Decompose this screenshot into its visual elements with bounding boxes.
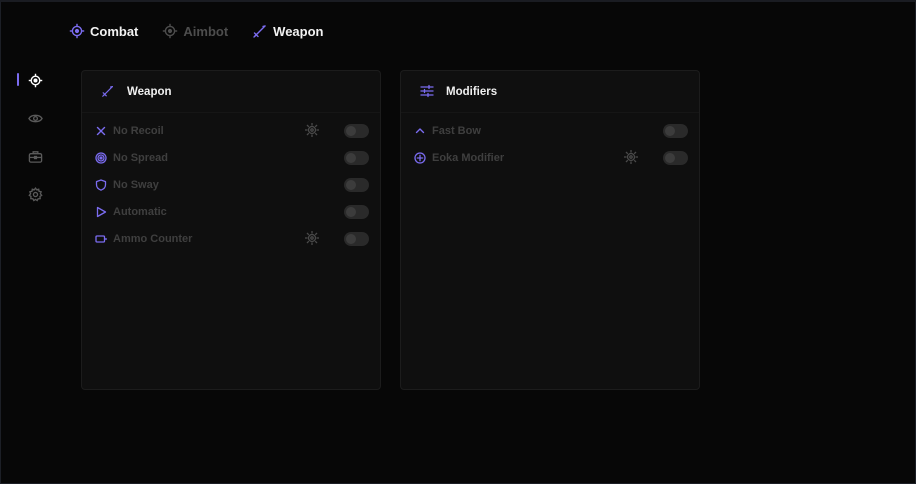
toggle-switch[interactable] bbox=[344, 178, 369, 192]
option-no-spread: No Spread bbox=[82, 144, 380, 171]
toggle-switch[interactable] bbox=[663, 124, 688, 138]
settings-gear-icon[interactable] bbox=[623, 149, 639, 165]
gear-icon bbox=[27, 186, 43, 202]
breadcrumb: Combat Aimbot Weapon bbox=[69, 22, 348, 40]
sidebar-item-misc[interactable] bbox=[17, 146, 47, 166]
panel-header: Modifiers bbox=[401, 71, 699, 113]
toggle-switch[interactable] bbox=[344, 205, 369, 219]
toggle-switch[interactable] bbox=[344, 124, 369, 138]
play-icon bbox=[95, 206, 107, 218]
toolbox-icon bbox=[28, 149, 43, 164]
sidebar-item-visuals[interactable] bbox=[17, 108, 47, 128]
option-label: Ammo Counter bbox=[113, 232, 193, 245]
close-icon bbox=[95, 125, 107, 137]
option-list: Fast Bow Eoka Modifier bbox=[401, 113, 699, 171]
option-automatic: Automatic bbox=[82, 198, 380, 225]
toggle-knob bbox=[346, 153, 356, 163]
toggle-knob bbox=[665, 153, 675, 163]
tab-label: Weapon bbox=[273, 23, 324, 39]
option-label: No Spread bbox=[113, 151, 169, 164]
sliders-icon bbox=[420, 84, 436, 100]
option-label: Fast Bow bbox=[432, 124, 481, 137]
option-fast-bow: Fast Bow bbox=[401, 117, 699, 144]
plus-circle-icon bbox=[414, 151, 426, 164]
settings-gear-icon[interactable] bbox=[304, 230, 320, 246]
tab-label: Aimbot bbox=[183, 23, 229, 39]
eye-icon bbox=[27, 111, 43, 126]
active-indicator bbox=[17, 73, 19, 86]
crosshair-icon bbox=[162, 23, 178, 39]
option-label: Eoka Modifier bbox=[432, 151, 505, 164]
toggle-knob bbox=[346, 207, 356, 217]
option-label: Automatic bbox=[113, 205, 167, 218]
chevron-up-icon bbox=[414, 125, 426, 137]
sidebar-item-settings[interactable] bbox=[17, 184, 47, 204]
settings-gear-icon[interactable] bbox=[304, 122, 320, 138]
toggle-switch[interactable] bbox=[663, 151, 688, 165]
crosshair-icon bbox=[28, 73, 43, 88]
toggle-switch[interactable] bbox=[344, 151, 369, 165]
sidebar bbox=[17, 70, 47, 222]
sword-icon bbox=[101, 84, 117, 100]
toggle-knob bbox=[346, 126, 356, 136]
option-no-sway: No Sway bbox=[82, 171, 380, 198]
app-window: Combat Aimbot Weapon Weapon No Recoil No… bbox=[0, 0, 916, 484]
sidebar-item-combat[interactable] bbox=[17, 70, 47, 90]
tab-label: Combat bbox=[90, 23, 139, 39]
target-icon bbox=[95, 151, 107, 164]
toggle-switch[interactable] bbox=[344, 232, 369, 246]
toggle-knob bbox=[346, 234, 356, 244]
toggle-knob bbox=[346, 180, 356, 190]
option-label: No Sway bbox=[113, 178, 159, 191]
panel-title: Modifiers bbox=[446, 85, 498, 98]
sword-icon bbox=[252, 23, 268, 39]
panel-title: Weapon bbox=[127, 85, 172, 98]
toggle-knob bbox=[665, 126, 675, 136]
tab-aimbot[interactable]: Aimbot bbox=[162, 23, 228, 39]
panel-header: Weapon bbox=[82, 71, 380, 113]
crosshair-icon bbox=[69, 23, 85, 39]
tab-combat[interactable]: Combat bbox=[69, 23, 138, 39]
option-ammo-counter: Ammo Counter bbox=[82, 225, 380, 252]
battery-icon bbox=[95, 233, 107, 245]
option-label: No Recoil bbox=[113, 124, 164, 137]
weapon-panel: Weapon No Recoil No Spread No Sway Autom… bbox=[81, 70, 381, 390]
option-list: No Recoil No Spread No Sway Automatic Am… bbox=[82, 113, 380, 252]
shield-icon bbox=[95, 178, 107, 191]
modifiers-panel: Modifiers Fast Bow Eoka Modifier bbox=[400, 70, 700, 390]
option-eoka-modifier: Eoka Modifier bbox=[401, 144, 699, 171]
option-no-recoil: No Recoil bbox=[82, 117, 380, 144]
tab-weapon[interactable]: Weapon bbox=[252, 23, 324, 39]
